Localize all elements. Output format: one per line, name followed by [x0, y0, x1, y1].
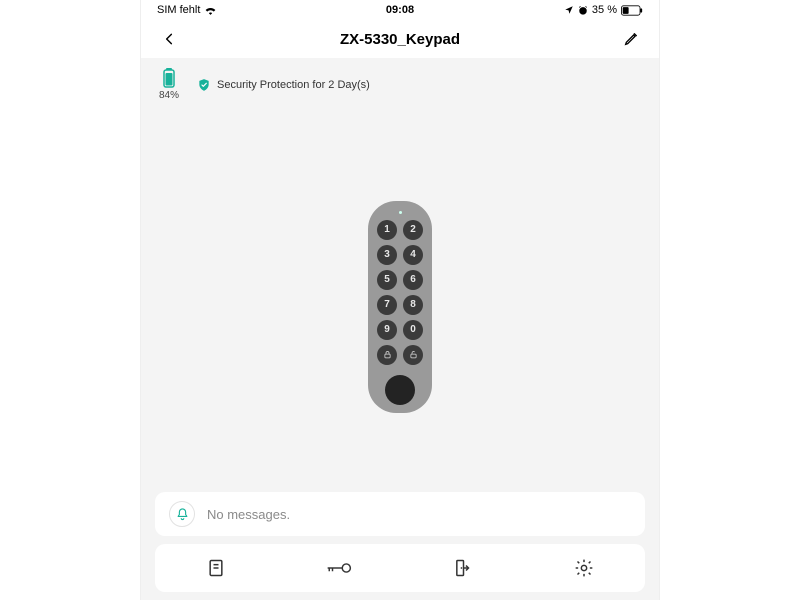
keypad-key: 3	[377, 245, 397, 265]
nav-header: ZX-5330_Keypad	[141, 20, 659, 58]
keypad-key: 4	[403, 245, 423, 265]
device-battery: 84%	[159, 68, 179, 101]
status-right: 35 %	[564, 4, 643, 16]
fingerprint-sensor-icon	[385, 375, 415, 405]
keypad-illustration-area: 1 2 3 4 5 6 7 8 9 0	[141, 131, 659, 482]
bell-icon	[175, 507, 190, 522]
nav-records[interactable]	[194, 546, 238, 590]
keypad-lock-key	[377, 345, 397, 365]
edit-button[interactable]	[617, 25, 645, 53]
device-battery-percent: 84%	[159, 90, 179, 101]
sim-status: SIM fehlt	[157, 4, 200, 16]
status-time: 09:08	[386, 4, 414, 16]
location-icon	[564, 5, 574, 15]
keypad-led-icon	[399, 211, 402, 214]
battery-percent-text: 35 %	[592, 4, 617, 16]
keypad-key: 9	[377, 320, 397, 340]
keypad-key: 7	[377, 295, 397, 315]
status-left: SIM fehlt	[157, 4, 217, 16]
battery-icon	[163, 68, 175, 88]
keypad-key: 5	[377, 270, 397, 290]
phone-frame: SIM fehlt 09:08 35 % ZX-5330_Keypad	[140, 0, 660, 600]
messages-text: No messages.	[207, 507, 290, 522]
door-icon	[451, 558, 471, 578]
nav-key[interactable]	[317, 546, 361, 590]
nav-settings[interactable]	[562, 546, 606, 590]
lock-icon	[383, 350, 392, 359]
status-bar: SIM fehlt 09:08 35 %	[141, 0, 659, 20]
alarm-icon	[578, 5, 588, 15]
bottom-nav	[155, 544, 645, 592]
gear-icon	[574, 558, 594, 578]
bell-circle	[169, 501, 195, 527]
page-title: ZX-5330_Keypad	[340, 31, 460, 48]
shield-check-icon	[197, 78, 211, 92]
top-info-row: 84% Security Protection for 2 Day(s)	[141, 58, 659, 101]
keypad-key: 8	[403, 295, 423, 315]
key-icon	[326, 560, 352, 576]
keypad-device: 1 2 3 4 5 6 7 8 9 0	[368, 201, 432, 413]
keypad-key: 1	[377, 220, 397, 240]
security-status-label: Security Protection for 2 Day(s)	[217, 79, 370, 91]
chevron-left-icon	[162, 32, 176, 46]
unlock-icon	[409, 350, 418, 359]
keypad-key: 2	[403, 220, 423, 240]
keypad-keys: 1 2 3 4 5 6 7 8 9 0	[377, 220, 423, 365]
keypad-unlock-key	[403, 345, 423, 365]
pencil-icon	[623, 31, 639, 47]
nav-door[interactable]	[439, 546, 483, 590]
keypad-key: 0	[403, 320, 423, 340]
battery-status-icon	[621, 5, 643, 16]
messages-card[interactable]: No messages.	[155, 492, 645, 536]
security-status: Security Protection for 2 Day(s)	[197, 78, 370, 92]
back-button[interactable]	[155, 25, 183, 53]
keypad-key: 6	[403, 270, 423, 290]
wifi-icon	[204, 5, 217, 15]
device-screen: 84% Security Protection for 2 Day(s) 1 2…	[141, 58, 659, 600]
list-icon	[206, 558, 226, 578]
